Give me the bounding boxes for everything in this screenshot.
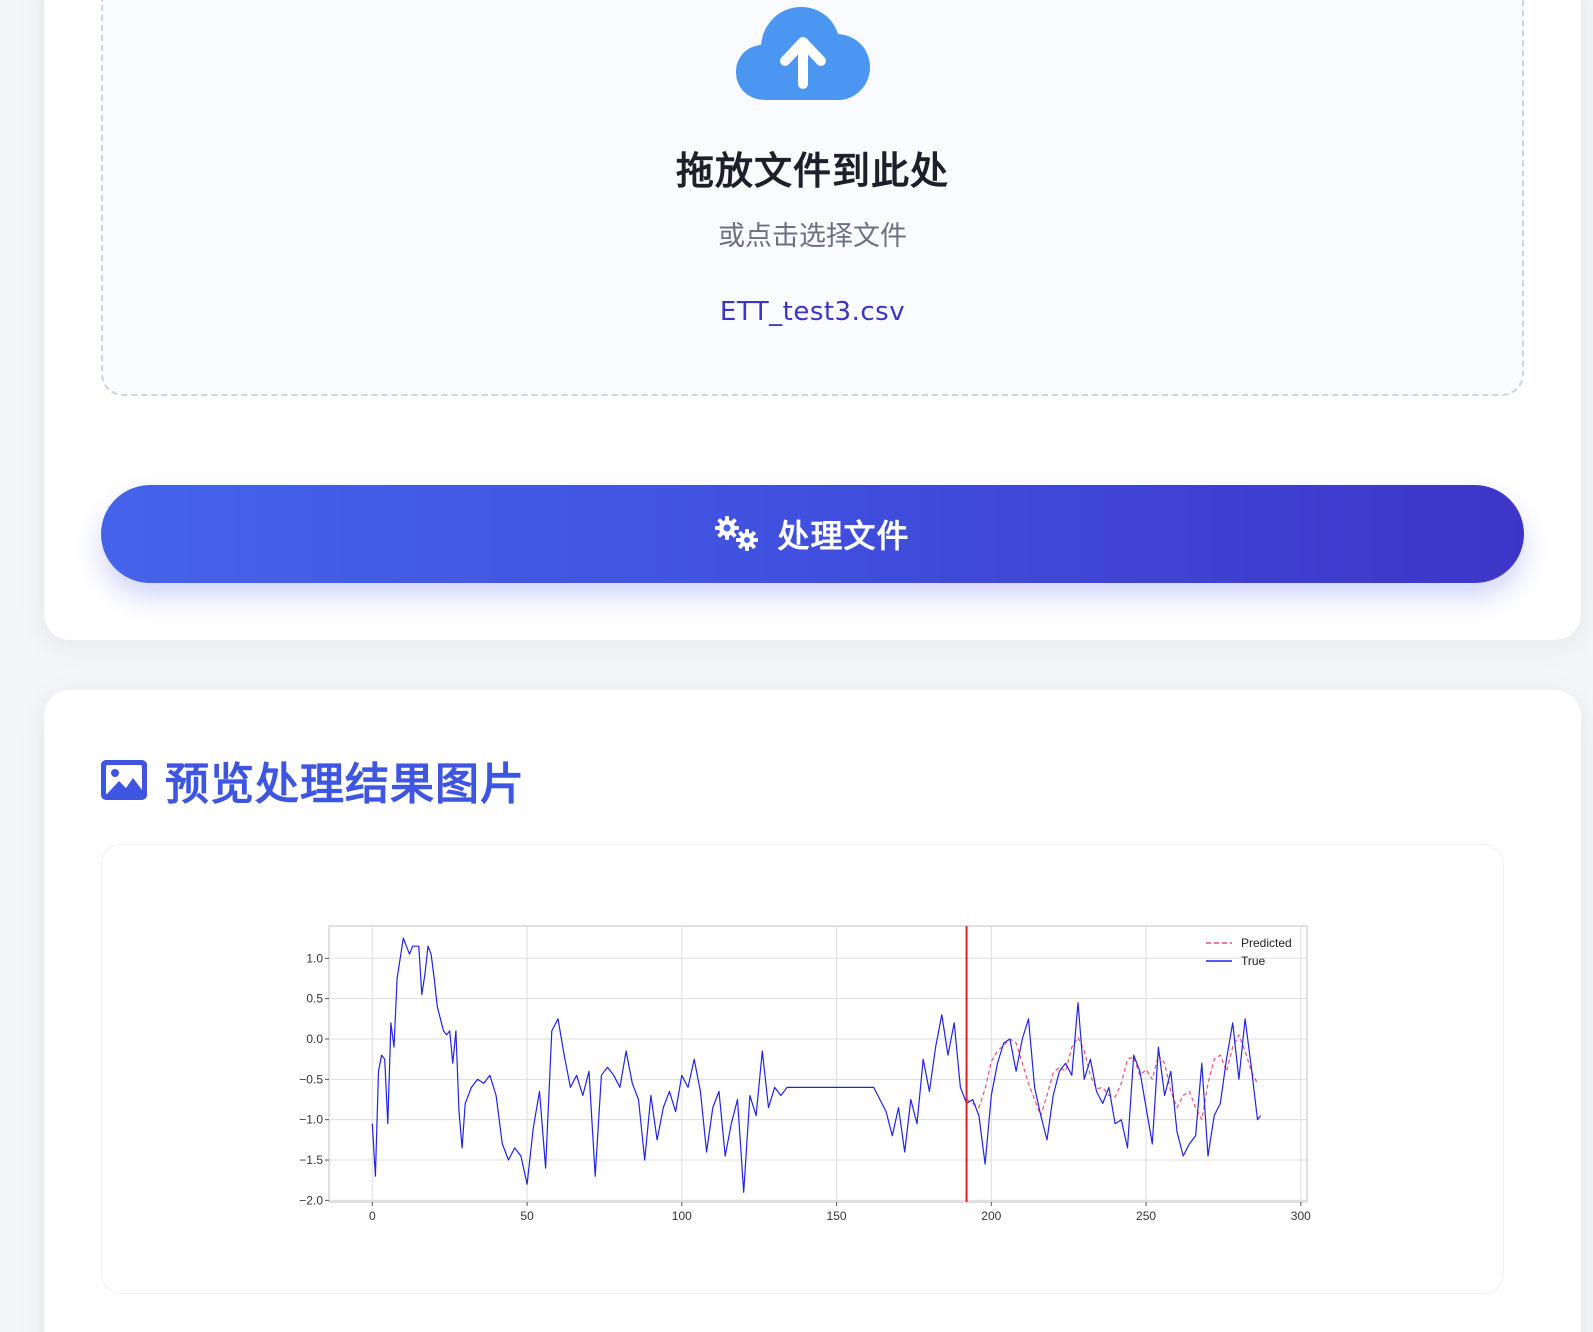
result-image-frame: 0 50 100 150 200 250 300 −2.0 −1.5 −1.0 −0.5 0.0 0.5… <box>101 844 1504 1294</box>
x-tick-label: 200 <box>981 1209 1001 1223</box>
process-file-button[interactable]: 处理文件 <box>101 485 1524 583</box>
x-tick-label: 300 <box>1291 1209 1311 1223</box>
gears-icon <box>715 516 759 551</box>
y-tick-label: −1.5 <box>299 1153 323 1167</box>
preview-card: 预览处理结果图片 0 50 100 150 200 250 300 −2.0 −1.5 −1.0 −… <box>44 690 1581 1332</box>
y-tick-label: −1.0 <box>299 1113 323 1127</box>
selected-file-name: ETT_test3.csv <box>719 297 906 327</box>
x-tick-label: 100 <box>672 1209 692 1223</box>
process-button-label: 处理文件 <box>777 518 910 554</box>
y-tick-label: 0.5 <box>306 992 323 1006</box>
drop-subtitle[interactable]: 或点击选择文件 <box>103 214 1522 253</box>
result-chart: 0 50 100 150 200 250 300 −2.0 −1.5 −1.0 −0.5 0.0 0.5… <box>299 925 1311 1223</box>
cloud-upload-icon <box>736 7 870 100</box>
y-tick-label: 0.0 <box>306 1032 323 1046</box>
legend-true-label: True <box>1241 954 1266 968</box>
x-tick-label: 250 <box>1136 1209 1156 1223</box>
y-tick-label: −2.0 <box>299 1193 323 1207</box>
x-tick-label: 50 <box>520 1209 534 1223</box>
preview-header: 预览处理结果图片 <box>101 748 525 812</box>
y-tick-label: −0.5 <box>299 1072 323 1086</box>
file-dropzone[interactable]: 拖放文件到此处 或点击选择文件 ETT_test3.csv <box>101 0 1524 396</box>
x-tick-label: 150 <box>827 1209 847 1223</box>
upload-card: 拖放文件到此处 或点击选择文件 ETT_test3.csv 处理文件 <box>44 0 1581 640</box>
image-icon <box>101 760 147 800</box>
legend-predicted-label: Predicted <box>1241 936 1292 950</box>
preview-title: 预览处理结果图片 <box>165 759 525 810</box>
y-tick-label: 1.0 <box>306 951 323 965</box>
x-tick-label: 0 <box>369 1209 376 1223</box>
drop-title: 拖放文件到此处 <box>675 149 949 193</box>
